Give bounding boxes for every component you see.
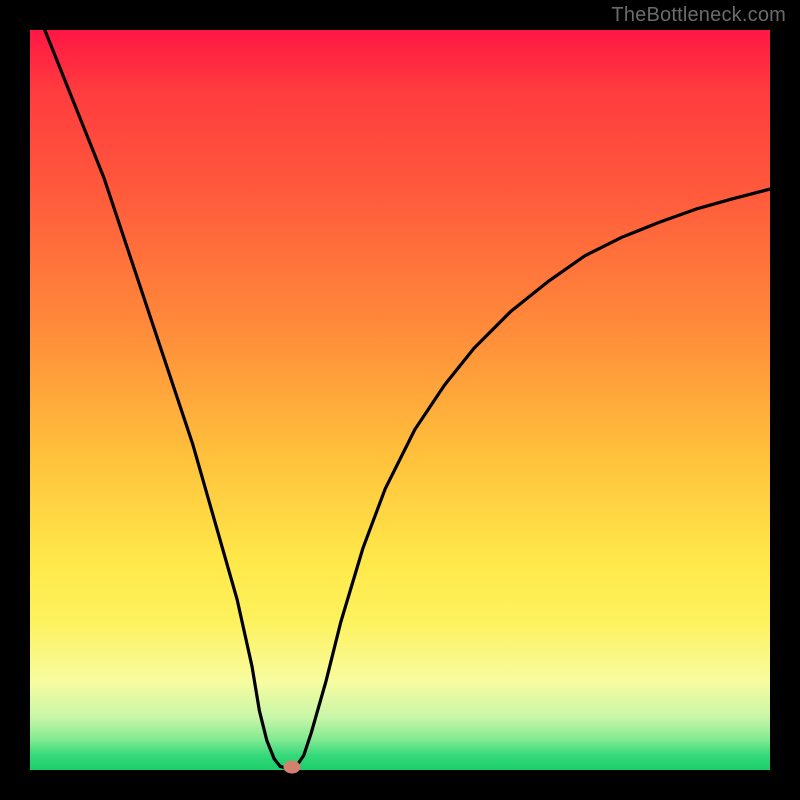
curve-left-branch: [45, 30, 280, 766]
curve-right-branch: [296, 189, 770, 766]
bottleneck-curve: [30, 30, 770, 770]
plot-area: [30, 30, 770, 770]
outer-frame: TheBottleneck.com: [0, 0, 800, 800]
optimal-point-marker: [283, 761, 300, 774]
attribution-label: TheBottleneck.com: [611, 4, 786, 27]
